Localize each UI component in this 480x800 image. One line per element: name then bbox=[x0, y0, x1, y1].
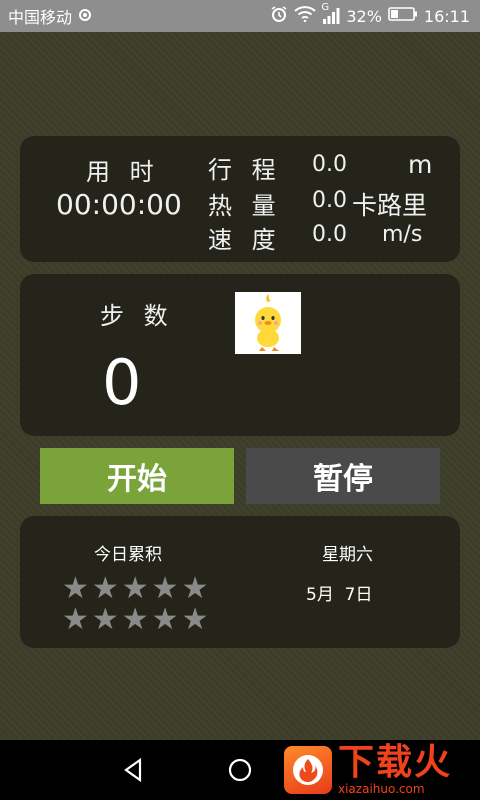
steps-card: 步 数 0 bbox=[20, 274, 460, 436]
start-button[interactable]: 开始 bbox=[40, 448, 234, 504]
star-rating-row-2: ★★★★★ bbox=[62, 602, 212, 637]
watermark-logo: 下载火 xiazaihuo.com bbox=[284, 742, 474, 798]
weekday-label: 星期六 bbox=[322, 545, 373, 565]
distance-label: 行 程 bbox=[208, 156, 282, 184]
watermark-name: 下载火 bbox=[338, 742, 453, 783]
steps-value: 0 bbox=[102, 346, 142, 419]
home-icon bbox=[228, 758, 252, 782]
time-value: 00:00:00 bbox=[56, 188, 182, 221]
steps-label: 步 数 bbox=[100, 302, 174, 330]
calories-value: 0.0 bbox=[312, 188, 347, 213]
calories-unit: 卡路里 bbox=[352, 191, 428, 220]
clock-time: 16:11 bbox=[423, 6, 470, 26]
alarm-icon bbox=[270, 5, 288, 27]
pause-button[interactable]: 暂停 bbox=[246, 448, 440, 504]
today-label: 今日累积 bbox=[94, 545, 162, 565]
speed-value: 0.0 bbox=[312, 222, 347, 247]
chick-mascot-icon bbox=[235, 292, 301, 354]
wifi-icon bbox=[294, 6, 316, 26]
date-label: 5月 7日 bbox=[306, 585, 373, 605]
summary-card: 用 时 00:00:00 行 程 0.0 m 热 量 0.0 卡路里 速 度 0… bbox=[20, 136, 460, 262]
signal-type-label: G bbox=[321, 2, 330, 13]
time-label: 用 时 bbox=[86, 158, 160, 186]
home-button[interactable] bbox=[222, 754, 258, 786]
battery-icon bbox=[388, 6, 418, 26]
speed-label: 速 度 bbox=[208, 226, 282, 254]
back-button[interactable] bbox=[116, 754, 152, 786]
battery-percent: 32% bbox=[346, 6, 382, 26]
watermark-url: xiazaihuo.com bbox=[338, 782, 425, 796]
app-content: 用 时 00:00:00 行 程 0.0 m 热 量 0.0 卡路里 速 度 0… bbox=[0, 32, 480, 740]
star-rating-row-1: ★★★★★ bbox=[62, 571, 212, 606]
today-card: 今日累积 星期六 5月 7日 ★★★★★ ★★★★★ bbox=[20, 516, 460, 648]
signal-icon: G bbox=[321, 2, 340, 24]
distance-unit: m bbox=[408, 150, 433, 179]
status-bar: 中国移动 G 32% 16:11 bbox=[0, 0, 480, 32]
speed-unit: m/s bbox=[382, 222, 423, 247]
distance-value: 0.0 bbox=[312, 152, 347, 177]
hd-icon bbox=[78, 7, 92, 26]
flame-logo-icon bbox=[284, 746, 332, 794]
calories-label: 热 量 bbox=[208, 192, 282, 220]
carrier-name: 中国移动 bbox=[8, 8, 73, 27]
back-icon bbox=[124, 757, 142, 783]
